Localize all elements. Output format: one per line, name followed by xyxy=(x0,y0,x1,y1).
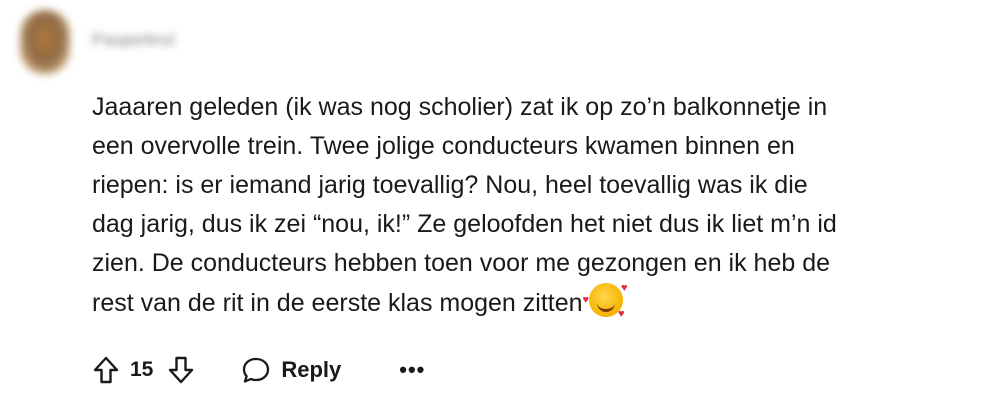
comment-line: dag jarig, dus ik zei “nou, ik!” Ze gelo… xyxy=(92,210,837,238)
reply-button[interactable]: Reply xyxy=(241,355,341,385)
comment-line: riepen: is er iemand jarig toevallig? No… xyxy=(92,171,808,199)
comment-line-text: rest van de rit in de eerste klas mogen … xyxy=(92,289,583,317)
comment-line: Jaaaren geleden (ik was nog scholier) za… xyxy=(92,93,828,121)
arrow-down-icon xyxy=(169,356,194,384)
upvote-button[interactable] xyxy=(92,355,120,385)
arrow-up-icon xyxy=(93,356,119,384)
more-dots-icon: ••• xyxy=(399,357,426,382)
username[interactable]: Pauperkrul xyxy=(92,30,174,50)
avatar[interactable] xyxy=(20,10,70,74)
reply-label: Reply xyxy=(281,357,342,382)
comment-line-last: rest van de rit in de eerste klas mogen … xyxy=(92,283,972,323)
comment-line: zien. De conducteurs hebben toen voor me… xyxy=(92,249,831,277)
downvote-button[interactable] xyxy=(167,355,195,385)
comment-body: Jaaaren geleden (ik was nog scholier) za… xyxy=(92,88,972,323)
vote-count: 15 xyxy=(130,358,154,381)
speech-bubble-icon xyxy=(243,357,270,383)
smiling-face-with-hearts-icon: ♥ ♥ ♥ xyxy=(582,282,628,320)
comment-actions: 15 Reply ••• xyxy=(92,350,425,390)
more-options-button[interactable]: ••• xyxy=(399,357,426,382)
comment: Pauperkrul Jaaaren geleden (ik was nog s… xyxy=(0,0,990,404)
comment-line: een overvolle trein. Twee jolige conduct… xyxy=(92,132,795,160)
